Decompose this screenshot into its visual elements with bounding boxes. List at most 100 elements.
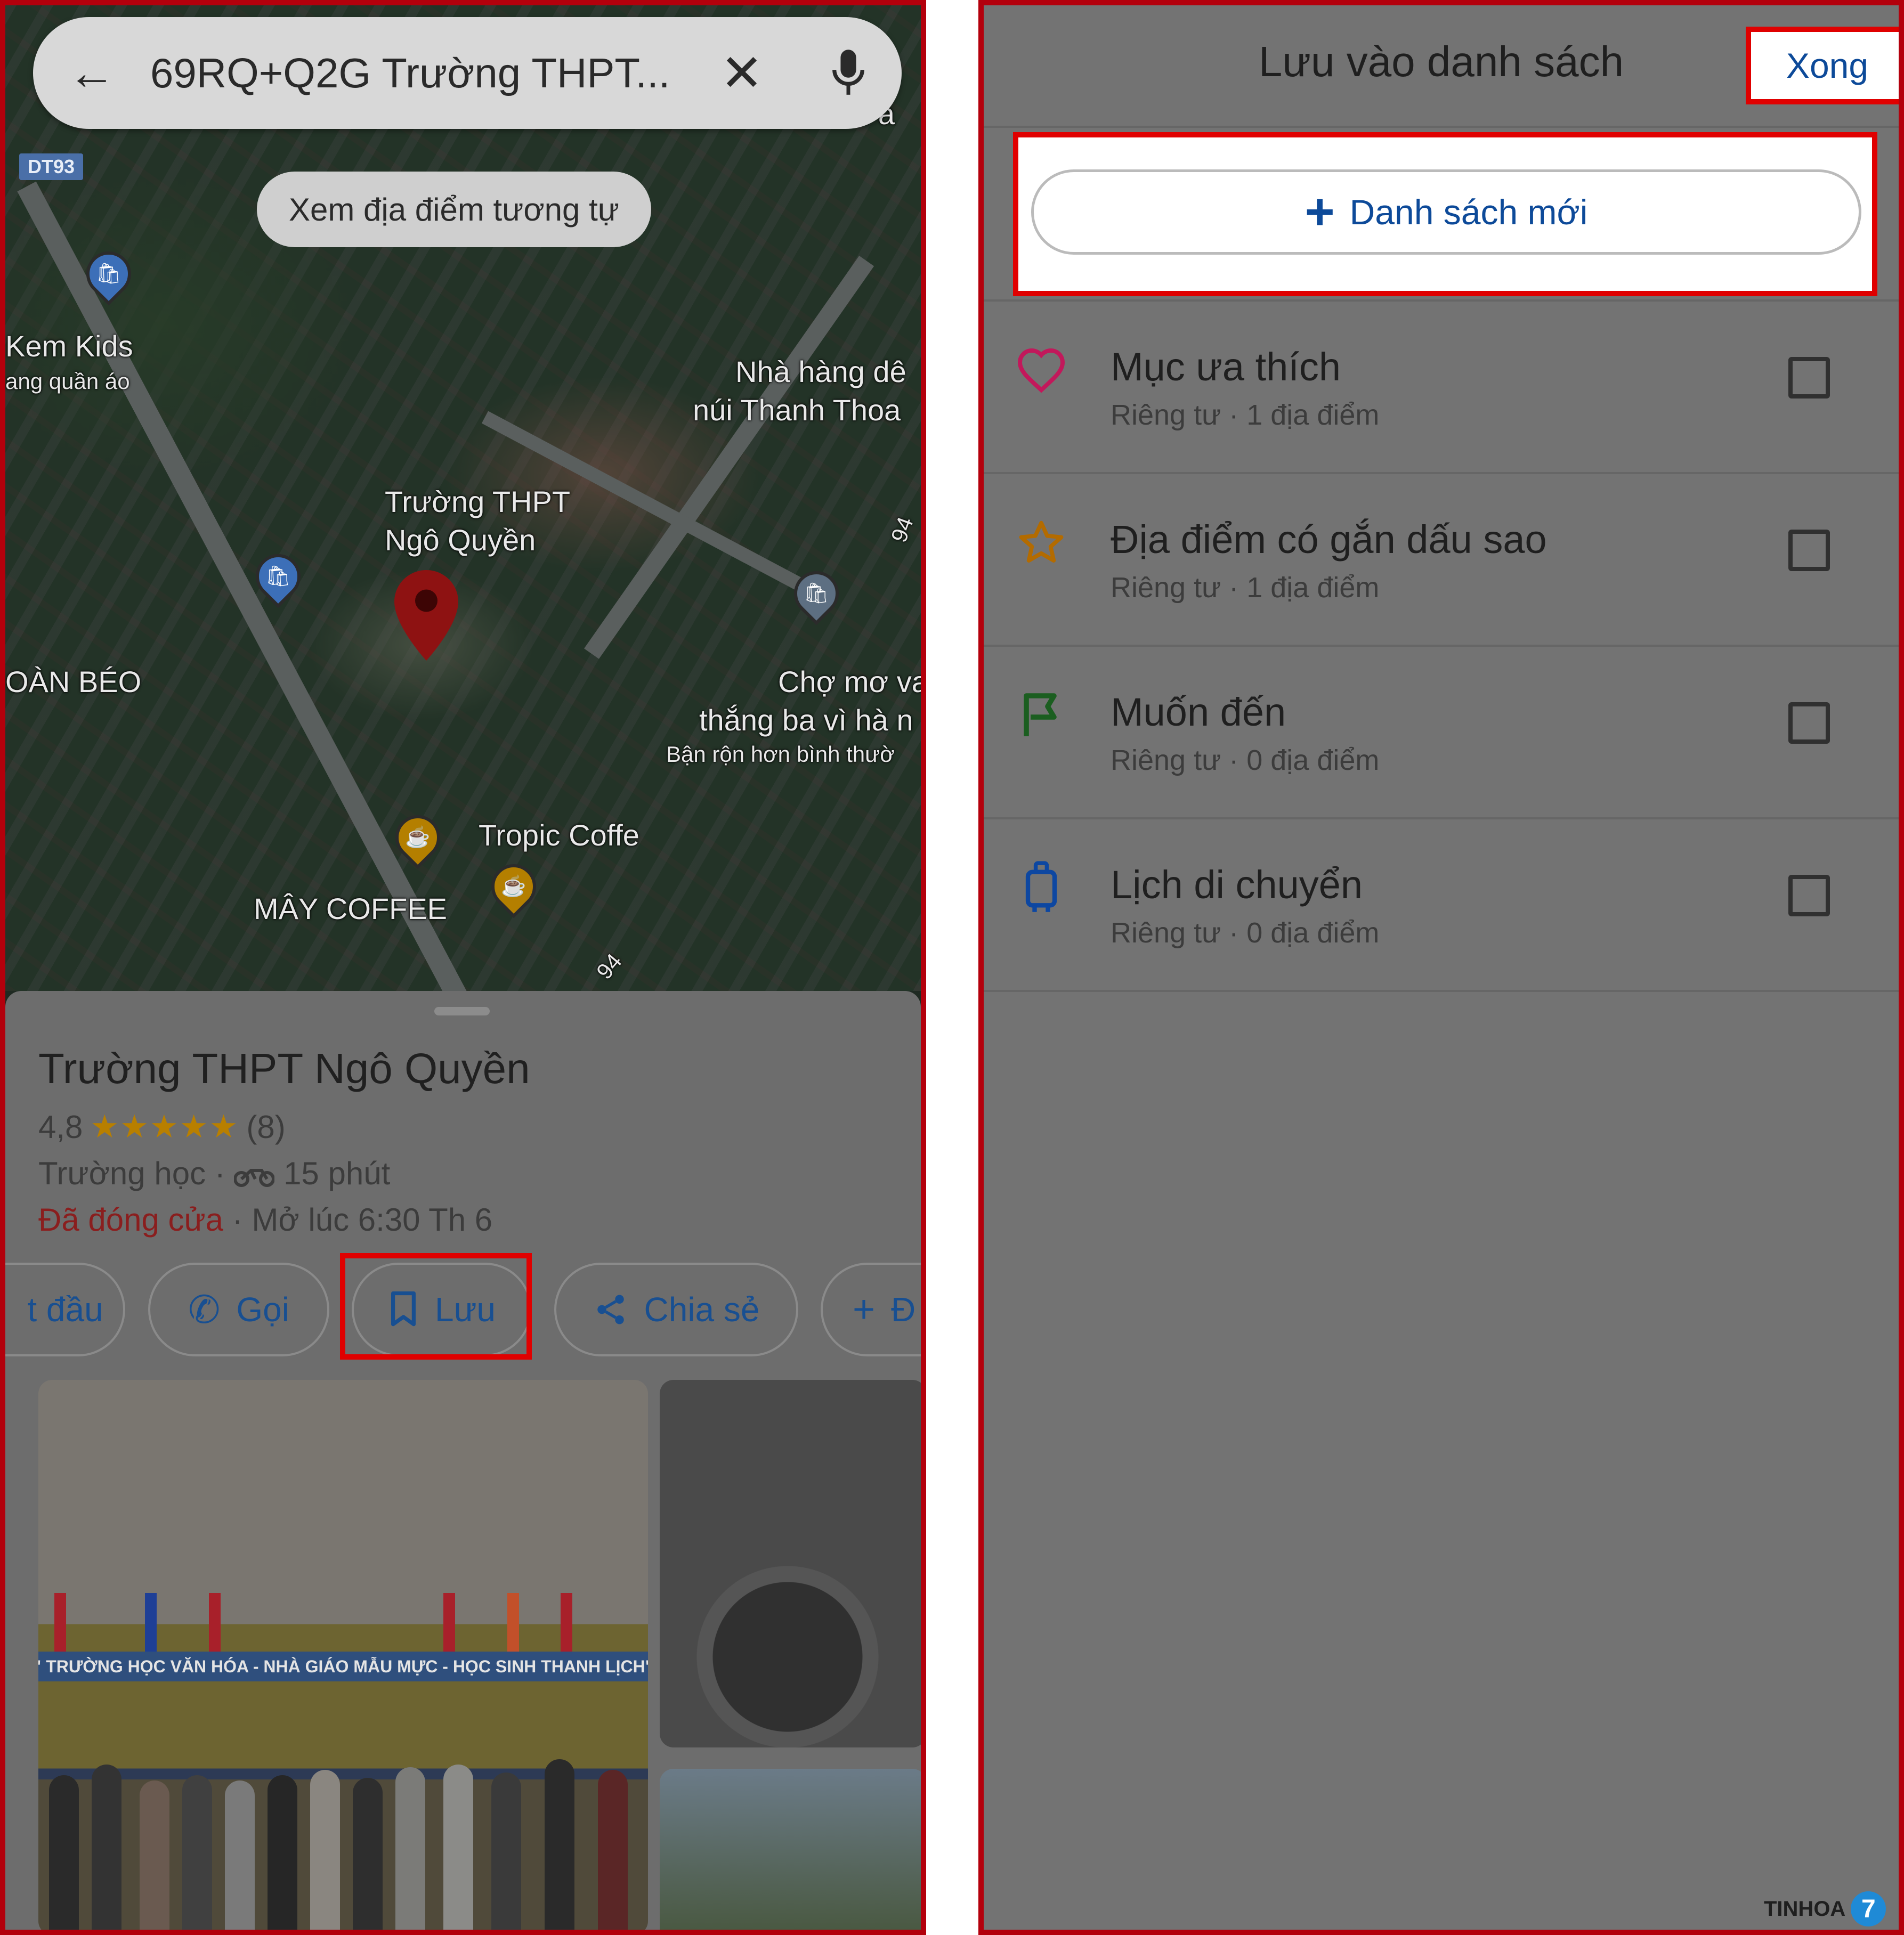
map-label-kem-kids-sub: ang quần áo xyxy=(5,369,130,394)
list-item-meta: Riêng tư · 0 địa điểm xyxy=(1111,917,1380,949)
search-input[interactable]: 69RQ+Q2G Trường THPT... xyxy=(150,49,688,97)
star-icon xyxy=(1015,516,1068,569)
place-photo-tree[interactable] xyxy=(660,1769,921,1930)
place-title: Trường THPT Ngô Quyền xyxy=(38,1045,530,1092)
person-figure xyxy=(310,1770,340,1930)
person-figure xyxy=(140,1780,169,1930)
flag-decoration xyxy=(145,1593,157,1652)
plus-icon: + xyxy=(853,1288,876,1331)
person-figure xyxy=(491,1773,521,1930)
save-highlight-box xyxy=(340,1253,532,1360)
map-label-school-2: Ngô Quyền xyxy=(385,523,536,557)
list-checkbox[interactable] xyxy=(1788,530,1830,571)
place-category: Trường học xyxy=(38,1156,206,1191)
mic-icon[interactable] xyxy=(795,47,902,99)
rating-row[interactable]: 4,8 ★★★★★ (8) xyxy=(38,1108,286,1145)
phone-icon: ✆ xyxy=(188,1289,221,1331)
share-icon xyxy=(597,1295,624,1324)
save-to-list-dialog: Lưu vào danh sách Xong + Danh sách mới M… xyxy=(978,0,1904,1935)
flag-decoration xyxy=(443,1593,455,1652)
person-figure xyxy=(268,1775,297,1930)
list-item-starred[interactable]: Địa điểm có gắn dấu sao Riêng tư · 1 địa… xyxy=(984,474,1899,647)
call-button-label: Gọi xyxy=(236,1290,289,1329)
flag-decoration xyxy=(54,1593,66,1652)
done-button[interactable]: Xong xyxy=(1746,27,1899,104)
selected-place-marker-icon[interactable] xyxy=(394,570,458,661)
opening-time: · Mở lúc 6:30 Th 6 xyxy=(232,1202,493,1238)
new-list-highlight-box: + Danh sách mới xyxy=(1013,132,1877,296)
map-label-may-coffee[interactable]: MÂY COFFEE xyxy=(254,892,447,926)
watermark-brand: TINHOA xyxy=(1764,1897,1846,1921)
list-item-label: Lịch di chuyển xyxy=(1111,863,1363,907)
start-button[interactable]: t đầu xyxy=(5,1263,125,1356)
list-item-meta: Riêng tư · 0 địa điểm xyxy=(1111,744,1380,776)
map-label-kem-kids[interactable]: Kem Kids xyxy=(5,329,133,363)
map-road-number: 94 xyxy=(591,948,627,984)
review-count: (8) xyxy=(246,1109,286,1145)
map-label-market[interactable]: Chợ mơ va xyxy=(778,665,921,699)
flag-decoration xyxy=(209,1593,221,1652)
map-label-restaurant[interactable]: Nhà hàng dê xyxy=(735,355,906,389)
separator: · xyxy=(214,1156,225,1191)
list-item-meta: Riêng tư · 1 địa điểm xyxy=(1111,399,1380,431)
person-figure xyxy=(225,1780,255,1930)
share-button[interactable]: Chia sẻ xyxy=(554,1263,798,1356)
list-item-want-to-go[interactable]: Muốn đến Riêng tư · 0 địa điểm xyxy=(984,647,1899,819)
list-item-favorites[interactable]: Mục ưa thích Riêng tư · 1 địa điểm xyxy=(984,302,1899,474)
person-figure xyxy=(353,1778,383,1930)
list-checkbox[interactable] xyxy=(1788,875,1830,916)
search-bar[interactable]: ← 69RQ+Q2G Trường THPT... ✕ xyxy=(33,17,902,129)
map-label-doan-beo[interactable]: OÀN BÉO xyxy=(5,665,141,699)
flag-decoration xyxy=(561,1593,572,1652)
place-photo-car[interactable] xyxy=(660,1380,921,1747)
heart-icon xyxy=(1015,343,1068,396)
person-figure xyxy=(182,1775,212,1930)
shopping-pin-icon[interactable]: 🛍 xyxy=(784,562,848,625)
map-label-restaurant-2: núi Thanh Thoa xyxy=(693,393,901,427)
new-list-button[interactable]: + Danh sách mới xyxy=(1031,169,1861,255)
hours-row[interactable]: Đã đóng cửa · Mở lúc 6:30 Th 6 xyxy=(38,1201,492,1238)
drag-handle[interactable] xyxy=(434,1007,490,1015)
list-checkbox[interactable] xyxy=(1788,702,1830,744)
add-button[interactable]: + Đ xyxy=(821,1263,921,1356)
close-icon[interactable]: ✕ xyxy=(688,43,795,103)
back-arrow-icon[interactable]: ← xyxy=(33,46,150,101)
list-checkbox[interactable] xyxy=(1788,357,1830,399)
map-label-tropic-coffee[interactable]: Tropic Coffe xyxy=(479,818,639,852)
map-road-number: 94 xyxy=(886,513,918,546)
maps-place-screen: DT93 an ả Kem Kids ang quần áo Nhà hàng … xyxy=(0,0,926,1935)
closed-status: Đã đóng cửa xyxy=(38,1202,224,1238)
person-figure xyxy=(545,1759,574,1930)
place-photo[interactable]: " TRƯỜNG HỌC VĂN HÓA - NHÀ GIÁO MẪU MỰC … xyxy=(38,1380,648,1930)
list-item-meta: Riêng tư · 1 địa điểm xyxy=(1111,572,1380,604)
map-label-market-2: thắng ba vì hà n xyxy=(699,703,913,737)
start-button-label: t đầu xyxy=(27,1290,103,1329)
list-item-label: Mục ưa thích xyxy=(1111,345,1341,389)
suitcase-icon xyxy=(1015,861,1068,914)
list-item-travel-plans[interactable]: Lịch di chuyển Riêng tư · 0 địa điểm xyxy=(984,819,1899,992)
flag-decoration xyxy=(507,1593,519,1652)
map-label-school[interactable]: Trường THPT xyxy=(385,485,570,519)
dialog-header: Lưu vào danh sách Xong xyxy=(984,5,1899,128)
plus-icon: + xyxy=(1305,183,1335,240)
list-item-label: Địa điểm có gắn dấu sao xyxy=(1111,517,1547,562)
watermark-logo: TINHOA 7 xyxy=(1764,1891,1886,1926)
add-button-label: Đ xyxy=(891,1290,916,1329)
similar-places-chip[interactable]: Xem địa điểm tương tự xyxy=(257,172,651,247)
call-button[interactable]: ✆ Gọi xyxy=(148,1263,329,1356)
list-item-label: Muốn đến xyxy=(1111,690,1286,734)
person-figure xyxy=(92,1765,121,1930)
coffee-pin-icon[interactable]: ☕ xyxy=(482,855,546,918)
map-label-market-busy: Bận rộn hơn bình thườ xyxy=(666,742,895,767)
flag-icon xyxy=(1015,688,1068,742)
share-button-label: Chia sẻ xyxy=(644,1290,760,1329)
place-bottom-sheet: Trường THPT Ngô Quyền 4,8 ★★★★★ (8) Trườ… xyxy=(5,991,921,1930)
school-banner: " TRƯỜNG HỌC VĂN HÓA - NHÀ GIÁO MẪU MỰC … xyxy=(38,1652,648,1681)
satellite-map[interactable]: DT93 an ả Kem Kids ang quần áo Nhà hàng … xyxy=(5,5,921,1180)
person-figure xyxy=(49,1775,79,1930)
watermark-badge: 7 xyxy=(1851,1891,1886,1926)
person-figure xyxy=(395,1767,425,1930)
travel-time: 15 phút xyxy=(283,1156,391,1191)
road-badge: DT93 xyxy=(19,153,83,180)
person-figure xyxy=(443,1765,473,1930)
